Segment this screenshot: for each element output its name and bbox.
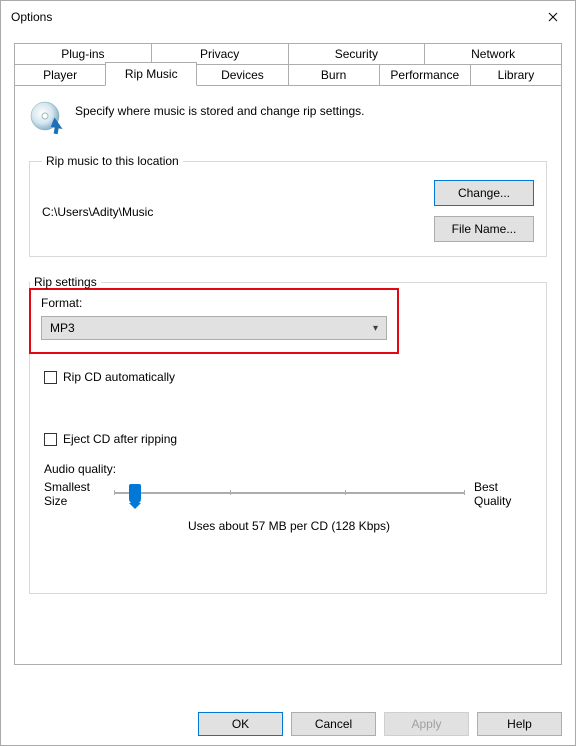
- rip-auto-label: Rip CD automatically: [63, 370, 175, 384]
- tab-rip-music[interactable]: Rip Music: [105, 62, 197, 86]
- titlebar: Options: [1, 1, 575, 33]
- chevron-down-icon: ▾: [373, 323, 378, 334]
- cd-rip-icon: [29, 100, 65, 136]
- help-button[interactable]: Help: [477, 712, 562, 736]
- eject-label: Eject CD after ripping: [63, 432, 177, 446]
- group-rip-settings-legend: Rip settings: [30, 275, 101, 289]
- group-rip-location: Rip music to this location C:\Users\Adit…: [29, 154, 547, 257]
- header-description: Specify where music is stored and change…: [75, 100, 364, 118]
- apply-button[interactable]: Apply: [384, 712, 469, 736]
- tab-library[interactable]: Library: [470, 64, 562, 86]
- tab-row-top: Plug-ins Privacy Security Network: [14, 43, 562, 64]
- format-select[interactable]: MP3 ▾: [41, 316, 387, 340]
- group-rip-location-legend: Rip music to this location: [42, 154, 183, 168]
- usage-text: Uses about 57 MB per CD (128 Kbps): [44, 519, 534, 533]
- group-rip-settings: Rip settings Format: MP3 ▾ Rip CD automa…: [29, 275, 547, 594]
- close-button[interactable]: [531, 1, 575, 33]
- format-label: Format:: [41, 296, 387, 310]
- cancel-button[interactable]: Cancel: [291, 712, 376, 736]
- audio-quality-label: Audio quality:: [44, 462, 534, 476]
- slider-min-label: Smallest Size: [44, 480, 104, 509]
- tab-panel-rip-music: Specify where music is stored and change…: [14, 85, 562, 665]
- tab-plugins[interactable]: Plug-ins: [14, 43, 152, 64]
- tab-security[interactable]: Security: [288, 43, 426, 64]
- file-name-button[interactable]: File Name...: [434, 216, 534, 242]
- ok-button[interactable]: OK: [198, 712, 283, 736]
- dialog-footer: OK Cancel Apply Help: [0, 712, 576, 736]
- tab-row-bottom: Player Rip Music Devices Burn Performanc…: [14, 64, 562, 86]
- change-button[interactable]: Change...: [434, 180, 534, 206]
- eject-checkbox[interactable]: Eject CD after ripping: [44, 432, 534, 446]
- window-title: Options: [11, 10, 52, 24]
- tab-privacy[interactable]: Privacy: [151, 43, 289, 64]
- rip-location-path: C:\Users\Adity\Music: [42, 203, 153, 219]
- checkbox-box: [44, 433, 57, 446]
- format-value: MP3: [50, 321, 75, 335]
- audio-quality-slider[interactable]: [114, 480, 464, 502]
- slider-thumb[interactable]: [129, 484, 141, 504]
- tab-player[interactable]: Player: [14, 64, 106, 86]
- tab-burn[interactable]: Burn: [288, 64, 380, 86]
- close-icon: [548, 12, 558, 22]
- tab-devices[interactable]: Devices: [196, 64, 288, 86]
- slider-max-label: Best Quality: [474, 480, 534, 509]
- tab-network[interactable]: Network: [424, 43, 562, 64]
- checkbox-box: [44, 371, 57, 384]
- rip-auto-checkbox[interactable]: Rip CD automatically: [44, 370, 534, 384]
- tab-performance[interactable]: Performance: [379, 64, 471, 86]
